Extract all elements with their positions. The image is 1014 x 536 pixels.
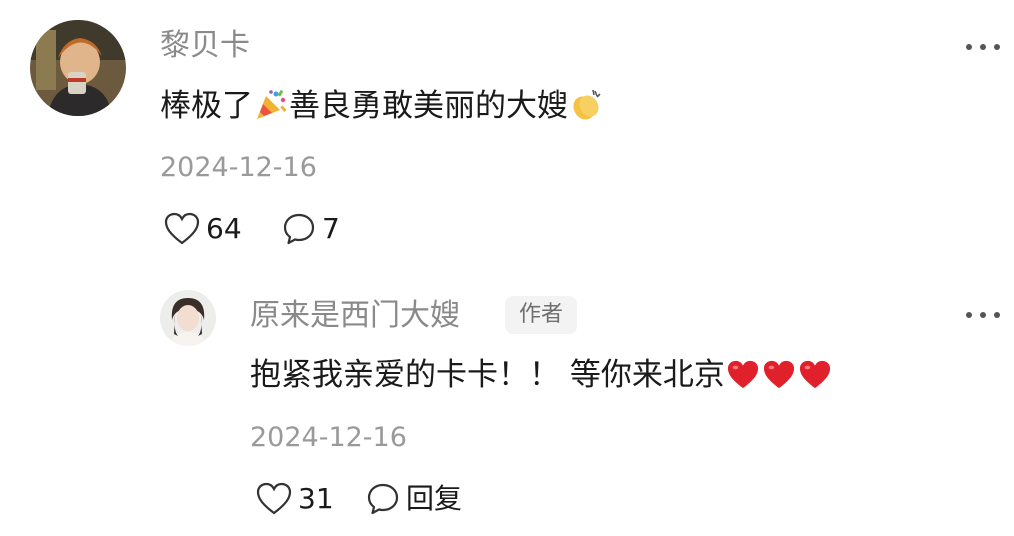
red-heart-icon	[798, 359, 832, 403]
reply-like-button[interactable]: 31	[256, 481, 334, 517]
red-heart-icon	[726, 359, 760, 403]
reply-button-label: 回复	[406, 482, 463, 515]
red-heart-icon	[762, 359, 796, 403]
reply-text-line: 抱紧我亲爱的卡卡！！ 等你来北京	[250, 353, 833, 403]
comment-text-part-2: 善良勇敢美丽的大嫂	[289, 88, 568, 124]
reply-text: 抱紧我亲爱的卡卡！！ 等你来北京	[250, 357, 725, 393]
comment-like-count: 64	[206, 212, 242, 245]
commenter-avatar[interactable]	[30, 20, 126, 116]
author-badge: 作者	[505, 296, 578, 334]
comment-date: 2024-12-16	[160, 152, 317, 183]
comment-reply-count-button[interactable]: 7	[282, 211, 340, 247]
reply-button[interactable]: 回复	[366, 481, 462, 517]
chat-bubble-icon	[367, 483, 399, 515]
comment-reply-count: 7	[322, 212, 340, 245]
comment-text-part-1: 棒极了	[160, 88, 253, 124]
comment-text: 棒极了 善良勇敢美丽的大嫂	[160, 84, 604, 134]
reply-date: 2024-12-16	[250, 422, 407, 453]
clapping-hands-icon	[569, 88, 603, 134]
chat-bubble-icon	[283, 213, 315, 245]
heart-outline-icon	[256, 482, 292, 515]
reply-author-username[interactable]: 原来是西门大嫂	[250, 296, 460, 336]
reply-more-button[interactable]	[966, 310, 1000, 320]
reply-author-avatar[interactable]	[160, 290, 216, 346]
party-popper-icon	[254, 88, 288, 134]
reply-like-count: 31	[298, 482, 334, 515]
heart-outline-icon	[164, 212, 200, 245]
comment-like-button[interactable]: 64	[164, 211, 242, 247]
commenter-username[interactable]: 黎贝卡	[160, 26, 250, 66]
comment-more-button[interactable]	[966, 42, 1000, 52]
